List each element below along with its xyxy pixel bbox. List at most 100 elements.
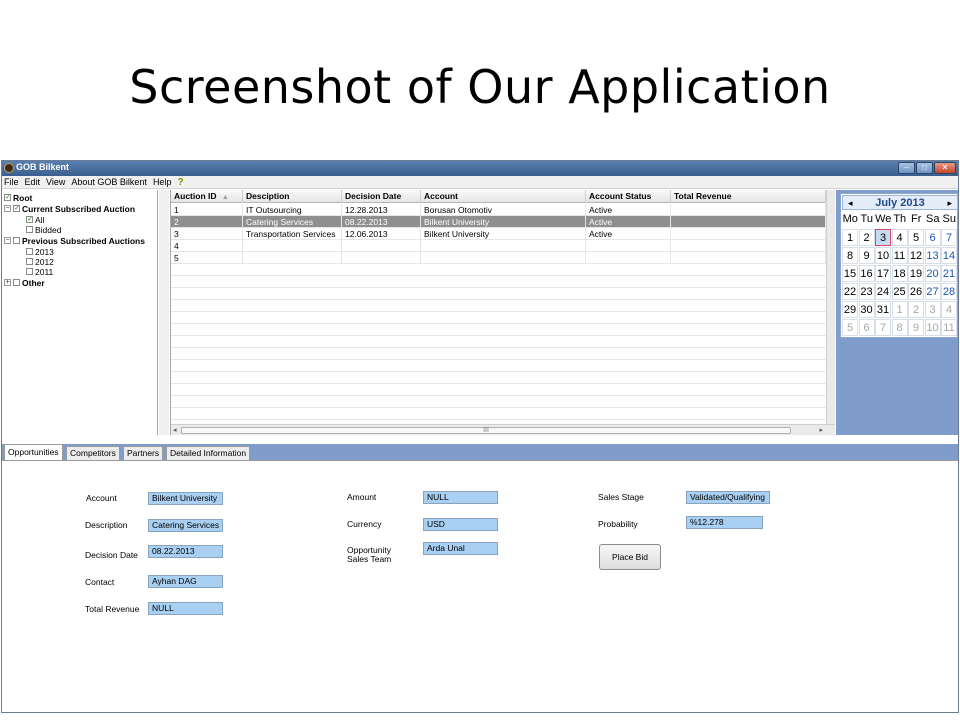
scroll-right-icon[interactable]: ▸ <box>819 426 823 434</box>
account-field[interactable]: Bilkent University <box>148 492 223 505</box>
calendar-day[interactable]: 6 <box>858 319 875 336</box>
total-revenue-field[interactable]: NULL <box>148 602 223 615</box>
menu-help[interactable]: Help <box>153 177 172 187</box>
calendar-day[interactable]: 16 <box>858 265 875 282</box>
currency-field[interactable]: USD <box>423 518 498 531</box>
calendar-day[interactable]: 31 <box>875 301 891 318</box>
calendar-day[interactable]: 27 <box>924 283 941 300</box>
calendar-day[interactable]: 1 <box>891 301 908 318</box>
calendar-day[interactable]: 22 <box>842 283 858 300</box>
tree-checkbox[interactable] <box>26 268 33 275</box>
calendar-day[interactable]: 8 <box>891 319 908 336</box>
calendar-day[interactable]: 26 <box>908 283 924 300</box>
tree-node-root[interactable]: Root <box>4 192 32 203</box>
calendar-day[interactable]: 14 <box>941 247 957 264</box>
description-field[interactable]: Catering Services <box>148 519 223 532</box>
calendar-day[interactable]: 17 <box>875 265 891 282</box>
calendar-day[interactable]: 29 <box>842 301 858 318</box>
scroll-left-icon[interactable]: ◂ <box>173 426 177 434</box>
panel-splitter[interactable] <box>159 190 169 435</box>
column-header-description[interactable]: Desciption <box>243 190 342 203</box>
calendar-day[interactable]: 25 <box>891 283 908 300</box>
minimize-icon[interactable]: – <box>898 162 915 174</box>
calendar-day[interactable]: 7 <box>941 229 957 246</box>
menu-view[interactable]: View <box>46 177 65 187</box>
close-icon[interactable]: ✕ <box>934 162 956 174</box>
place-bid-button[interactable]: Place Bid <box>599 544 661 570</box>
calendar-day[interactable]: 23 <box>858 283 875 300</box>
column-header-total-revenue[interactable]: Total Revenue <box>671 190 826 203</box>
tab-opportunities[interactable]: Opportunities <box>4 444 63 460</box>
calendar-day[interactable]: 15 <box>842 265 858 282</box>
calendar-day[interactable]: 7 <box>875 319 891 336</box>
calendar-day[interactable]: 1 <box>842 229 858 246</box>
calendar-day[interactable]: 24 <box>875 283 891 300</box>
menu-edit[interactable]: Edit <box>25 177 41 187</box>
next-month-icon[interactable]: ▸ <box>947 197 952 209</box>
sales-stage-field[interactable]: Validated/Qualifying <box>686 491 770 504</box>
calendar-day[interactable]: 2 <box>858 229 875 246</box>
calendar-day[interactable]: 13 <box>924 247 941 264</box>
help-icon[interactable]: ? <box>177 177 183 188</box>
tree-checkbox[interactable] <box>13 237 20 244</box>
calendar-day[interactable]: 18 <box>891 265 908 282</box>
decision-date-field[interactable]: 08.22.2013 <box>148 545 223 558</box>
contact-field[interactable]: Ayhan DAG <box>148 575 223 588</box>
tree-node-current-subscribed[interactable]: − Current Subscribed Auction <box>4 203 135 214</box>
tree-node-2011[interactable]: 2011 <box>26 266 53 277</box>
tree-node-bidded[interactable]: Bidded <box>26 224 61 235</box>
vertical-scrollbar[interactable] <box>826 190 835 435</box>
calendar-day[interactable]: 3 <box>875 229 891 246</box>
tree-node-previous-subscribed[interactable]: − Previous Subscribed Auctions <box>4 235 145 246</box>
tree-checkbox[interactable] <box>13 279 20 286</box>
calendar-day[interactable]: 9 <box>858 247 875 264</box>
tree-checkbox[interactable] <box>13 205 20 212</box>
tree-checkbox[interactable] <box>26 226 33 233</box>
calendar-day[interactable]: 6 <box>924 229 941 246</box>
scroll-thumb[interactable]: III <box>181 427 791 434</box>
table-row[interactable]: 3 Transportation Services 12.06.2013 Bil… <box>171 228 835 240</box>
calendar-day[interactable]: 30 <box>858 301 875 318</box>
table-row[interactable]: 5 <box>171 252 835 264</box>
calendar-day[interactable]: 10 <box>924 319 941 336</box>
calendar-day[interactable]: 11 <box>941 319 957 336</box>
calendar-day[interactable]: 4 <box>941 301 957 318</box>
calendar-month-title[interactable]: July 2013 <box>843 196 957 210</box>
tree-checkbox[interactable] <box>26 248 33 255</box>
menu-about[interactable]: About GOB Bilkent <box>71 177 147 187</box>
table-row[interactable]: 1 IT Outsourcing 12.28.2013 Borusan Otom… <box>171 204 835 216</box>
tree-node-other[interactable]: + Other <box>4 277 45 288</box>
calendar-day[interactable]: 28 <box>941 283 957 300</box>
calendar-day[interactable]: 4 <box>891 229 908 246</box>
calendar-day[interactable]: 8 <box>842 247 858 264</box>
amount-field[interactable]: NULL <box>423 491 498 504</box>
tree-checkbox[interactable] <box>4 194 11 201</box>
calendar-day[interactable]: 10 <box>875 247 891 264</box>
calendar-day[interactable]: 5 <box>842 319 858 336</box>
calendar-day[interactable]: 11 <box>891 247 908 264</box>
expand-icon[interactable]: + <box>4 279 11 286</box>
tab-partners[interactable]: Partners <box>123 446 164 460</box>
column-header-account[interactable]: Account <box>421 190 586 203</box>
maximize-icon[interactable]: □ <box>916 162 933 174</box>
probability-field[interactable]: %12.278 <box>686 516 763 529</box>
calendar-day[interactable]: 9 <box>908 319 924 336</box>
calendar-day[interactable]: 2 <box>908 301 924 318</box>
calendar-day[interactable]: 21 <box>941 265 957 282</box>
calendar-day[interactable]: 5 <box>908 229 924 246</box>
column-header-auction-id[interactable]: Auction ID ▲ <box>171 190 243 203</box>
tab-competitors[interactable]: Competitors <box>66 446 120 460</box>
calendar-day[interactable]: 20 <box>924 265 941 282</box>
calendar-day[interactable]: 3 <box>924 301 941 318</box>
table-row-selected[interactable]: 2 Catering Services 08.22.2013 Bilkent U… <box>171 216 835 228</box>
collapse-icon[interactable]: − <box>4 237 11 244</box>
tree-checkbox[interactable] <box>26 258 33 265</box>
calendar-day[interactable]: 19 <box>908 265 924 282</box>
column-header-decision-date[interactable]: Decision Date <box>342 190 421 203</box>
sales-team-field[interactable]: Arda Unal <box>423 542 498 555</box>
calendar-day[interactable]: 12 <box>908 247 924 264</box>
horizontal-scrollbar[interactable]: ◂ III ▸ <box>171 424 835 435</box>
menu-file[interactable]: File <box>4 177 19 187</box>
tree-checkbox[interactable] <box>26 216 33 223</box>
collapse-icon[interactable]: − <box>4 205 11 212</box>
